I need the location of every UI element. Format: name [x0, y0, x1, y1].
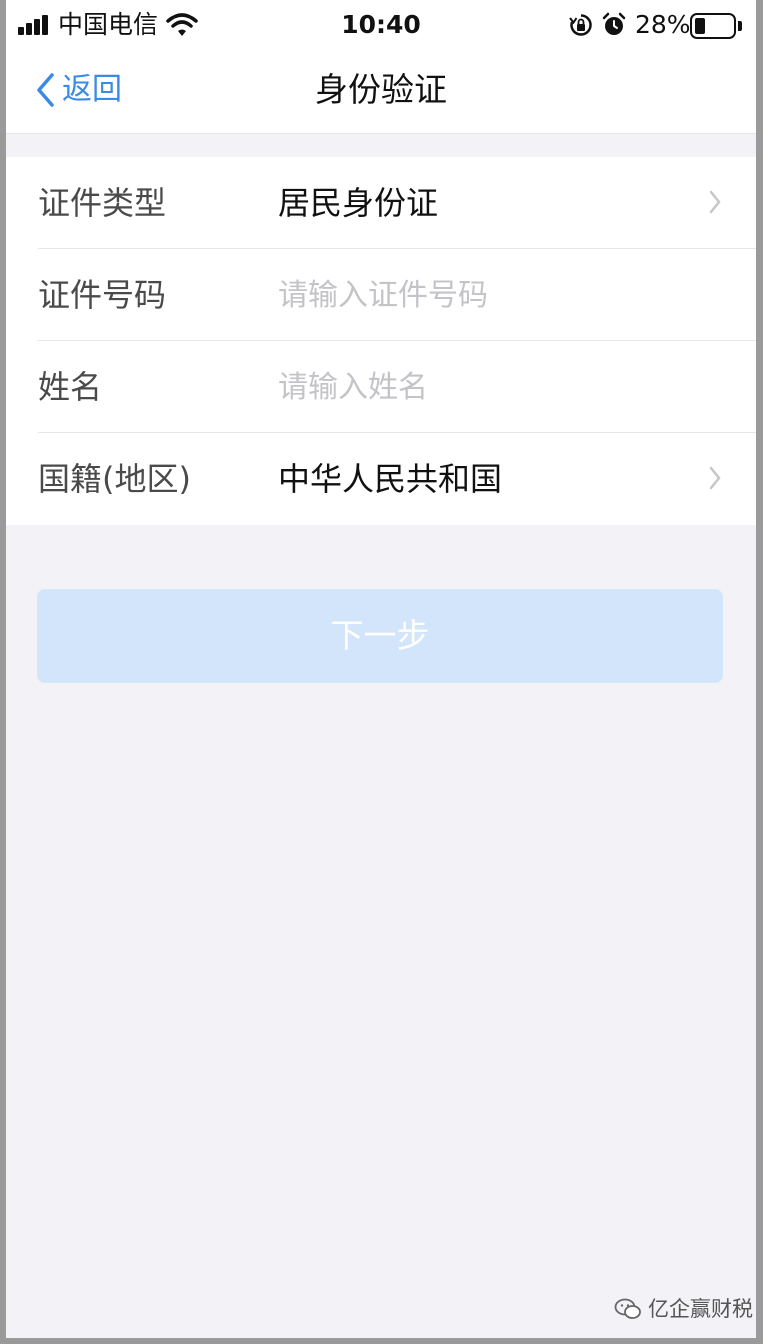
orientation-lock-icon	[569, 14, 592, 36]
chevron-right-icon	[709, 190, 721, 214]
watermark-text: 亿企赢财税	[648, 1297, 753, 1321]
phone-screen: 中国电信 10:40 28% 返回 身份验证 证件类型 居民身份证 证件号码 请…	[6, 0, 756, 1338]
nationality-label: 国籍(地区)	[38, 460, 191, 498]
identity-form: 证件类型 居民身份证 证件号码 姓名 国籍(地区) 中华人民共和国	[6, 157, 756, 525]
form-row-nationality[interactable]: 国籍(地区) 中华人民共和国	[6, 433, 756, 525]
watermark: 亿企赢财税	[614, 1292, 753, 1326]
document-type-label: 证件类型	[38, 184, 167, 222]
document-type-value: 居民身份证	[278, 184, 439, 222]
battery-percent: 28%	[635, 10, 691, 39]
name-label: 姓名	[38, 368, 103, 406]
alarm-icon	[602, 12, 626, 35]
chevron-right-icon	[709, 466, 721, 490]
wechat-icon	[614, 1298, 641, 1319]
page-title: 身份验证	[315, 70, 447, 109]
navigation-bar: 返回 身份验证	[6, 52, 756, 134]
document-number-input[interactable]	[278, 271, 718, 319]
status-bar: 中国电信 10:40 28%	[6, 0, 756, 52]
nationality-value: 中华人民共和国	[278, 460, 503, 498]
name-input[interactable]	[278, 363, 718, 411]
next-step-button[interactable]: 下一步	[37, 589, 723, 683]
form-row-name: 姓名	[6, 341, 756, 433]
form-row-document-number: 证件号码	[6, 249, 756, 341]
battery-icon	[690, 13, 742, 39]
document-number-label: 证件号码	[38, 276, 167, 314]
form-row-document-type[interactable]: 证件类型 居民身份证	[6, 157, 756, 249]
